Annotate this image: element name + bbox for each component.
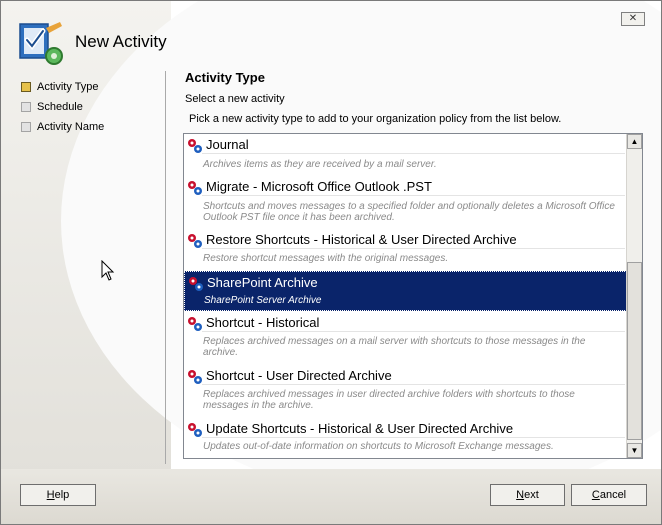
wizard-checklist-icon: [19, 22, 63, 65]
section-heading: Activity Type: [185, 70, 265, 85]
wizard-window: ✕ New Activity Activity Type Schedule Ac…: [0, 0, 662, 525]
row-separator: [202, 437, 625, 438]
activity-title: Update Shortcuts - Historical & User Dir…: [206, 421, 514, 436]
step-label: Activity Name: [37, 121, 105, 133]
gear-cluster-icon: [188, 181, 202, 195]
row-separator: [202, 331, 625, 332]
next-access-key: N: [516, 489, 525, 501]
step-indicator: [21, 102, 31, 112]
activity-title: Journal: [206, 137, 249, 152]
activity-description: Restore shortcut messages with the origi…: [203, 253, 449, 264]
activity-description: Replaces archived messages on a mail ser…: [203, 336, 586, 358]
gear-cluster-icon: [188, 370, 202, 384]
scroll-thumb[interactable]: [627, 262, 642, 440]
activity-description: Updates out-of-date information on short…: [203, 441, 554, 452]
activity-row-update-shortcuts[interactable]: Update Shortcuts - Historical & User Dir…: [184, 418, 627, 458]
gear-cluster-icon: [188, 139, 202, 153]
activity-description: SharePoint Server Archive: [204, 295, 322, 306]
activity-row-shortcut-user-directed[interactable]: Shortcut - User Directed Archive Replace…: [184, 365, 627, 418]
gear-cluster-icon: [188, 317, 202, 331]
gear-cluster-icon: [188, 234, 202, 248]
activity-title: Shortcut - Historical: [206, 315, 320, 330]
wizard-title: New Activity: [75, 32, 167, 51]
cancel-button[interactable]: Cancel: [571, 484, 647, 506]
activity-list-viewport: Journal Archives items as they are recei…: [184, 134, 627, 458]
step-indicator: [21, 122, 31, 132]
next-label-rest: ext: [524, 489, 539, 501]
activity-row-sharepoint-archive[interactable]: SharePoint Archive SharePoint Server Arc…: [184, 271, 627, 311]
scroll-down-button[interactable]: ▼: [627, 443, 642, 458]
activity-row-migrate-pst[interactable]: Migrate - Microsoft Office Outlook .PST …: [184, 176, 627, 229]
activity-row-journal[interactable]: Journal Archives items as they are recei…: [184, 134, 627, 176]
row-separator: [202, 384, 625, 385]
activity-list[interactable]: Journal Archives items as they are recei…: [183, 133, 643, 459]
help-button[interactable]: Help: [20, 484, 96, 506]
panel-divider: [165, 71, 166, 464]
step-indicator: [21, 82, 31, 92]
scroll-up-button[interactable]: ▲: [627, 134, 642, 149]
cancel-label-rest: ancel: [599, 489, 627, 501]
row-separator: [202, 153, 625, 154]
activity-title: Shortcut - User Directed Archive: [206, 368, 392, 383]
close-button[interactable]: ✕: [621, 12, 645, 26]
vertical-scrollbar[interactable]: ▲ ▼: [626, 134, 642, 458]
activity-title: Restore Shortcuts - Historical & User Di…: [206, 232, 517, 247]
row-separator: [202, 248, 625, 249]
activity-description: Replaces archived messages in user direc…: [203, 389, 575, 411]
activity-description: Archives items as they are received by a…: [203, 159, 437, 170]
cancel-access-key: C: [591, 489, 600, 501]
select-label: Select a new activity: [185, 93, 285, 105]
mouse-pointer-icon: [101, 260, 115, 281]
activity-row-shortcut-historical[interactable]: Shortcut - Historical Replaces archived …: [184, 312, 627, 365]
gear-cluster-icon: [189, 277, 203, 291]
help-label-rest: elp: [54, 489, 70, 501]
step-label: Activity Type: [37, 81, 99, 93]
activity-title: Migrate - Microsoft Office Outlook .PST: [206, 179, 432, 194]
help-access-key: H: [46, 489, 55, 501]
activity-description: Shortcuts and moves messages to a specif…: [203, 201, 615, 223]
row-separator: [202, 195, 625, 196]
activity-title: SharePoint Archive: [207, 275, 318, 290]
instructions-text: Pick a new activity type to add to your …: [189, 113, 562, 125]
gear-cluster-icon: [188, 423, 202, 437]
step-label: Schedule: [37, 101, 83, 113]
next-button[interactable]: Next: [490, 484, 565, 506]
activity-row-restore-shortcuts[interactable]: Restore Shortcuts - Historical & User Di…: [184, 229, 627, 271]
